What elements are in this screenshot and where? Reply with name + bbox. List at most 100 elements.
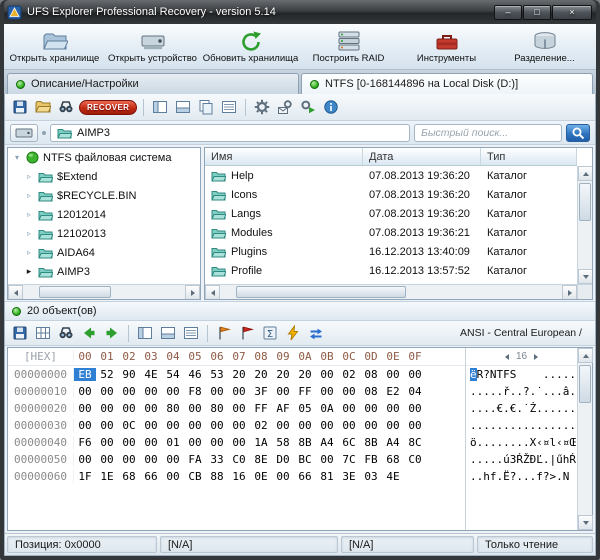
hex-byte[interactable]: 00 xyxy=(360,419,382,432)
expander-open-icon[interactable]: ▾ xyxy=(12,153,22,162)
file-row[interactable]: Help07.08.2013 19:36:20Каталог xyxy=(205,166,577,185)
file-row[interactable]: Profile16.12.2013 13:57:52Каталог xyxy=(205,261,577,280)
column-header-2[interactable]: Тип xyxy=(481,148,577,165)
hex-byte[interactable]: 05 xyxy=(294,402,316,415)
hex-byte[interactable]: 66 xyxy=(294,470,316,483)
hex-byte[interactable]: 8E xyxy=(250,453,272,466)
hex-byte[interactable]: 0A xyxy=(316,402,338,415)
tab-0[interactable]: Описание/Настройки xyxy=(7,73,299,94)
hex-byte[interactable]: 1E xyxy=(96,470,118,483)
gear-run-icon[interactable] xyxy=(298,97,318,117)
hex-byte[interactable]: 00 xyxy=(162,453,184,466)
scroll-thumb[interactable] xyxy=(39,286,111,298)
tree-item-$RECYCLE.BIN[interactable]: ▹$RECYCLE.BIN xyxy=(8,186,200,205)
flag-red-icon[interactable] xyxy=(237,323,257,343)
scroll-track[interactable] xyxy=(578,363,592,515)
ansi-char[interactable]: l xyxy=(550,436,557,449)
hex-byte[interactable]: 1F xyxy=(74,470,96,483)
hex-byte[interactable]: 00 xyxy=(338,385,360,398)
expander-closed-icon[interactable]: ▹ xyxy=(24,229,34,238)
hex-byte[interactable]: 7C xyxy=(338,453,360,466)
hex-byte[interactable]: 00 xyxy=(96,453,118,466)
list-horizontal-scrollbar[interactable] xyxy=(205,284,577,299)
hex-byte[interactable]: 00 xyxy=(272,385,294,398)
ansi-char[interactable]: . xyxy=(497,436,504,449)
hex-byte[interactable]: 00 xyxy=(96,419,118,432)
ansi-char[interactable]: Ŕ xyxy=(569,453,576,466)
hex-byte[interactable]: 02 xyxy=(338,368,360,381)
expander-closed-icon[interactable]: ▹ xyxy=(24,210,34,219)
hex-byte[interactable]: 00 xyxy=(140,436,162,449)
ansi-char[interactable]: Œ xyxy=(569,436,576,449)
list-icon[interactable] xyxy=(181,323,201,343)
ansi-char[interactable]: f xyxy=(536,470,543,483)
hex-byte[interactable]: 00 xyxy=(382,402,404,415)
hex-byte[interactable]: 0E xyxy=(250,470,272,483)
hex-byte[interactable]: A4 xyxy=(316,436,338,449)
ansi-char[interactable] xyxy=(536,368,543,381)
hex-byte[interactable]: 00 xyxy=(74,419,96,432)
ansi-char[interactable]: Ŕ xyxy=(516,453,523,466)
hex-byte[interactable]: F6 xyxy=(74,436,96,449)
ansi-char[interactable]: . xyxy=(536,402,543,415)
ansi-char[interactable]: . xyxy=(490,402,497,415)
ansi-char[interactable]: € xyxy=(510,402,517,415)
panel-left-icon[interactable] xyxy=(150,97,170,117)
ansi-char[interactable]: . xyxy=(543,402,550,415)
ansi-char[interactable]: N xyxy=(490,368,497,381)
hex-byte[interactable]: 00 xyxy=(118,436,140,449)
scroll-left-button[interactable] xyxy=(205,285,220,300)
ansi-char[interactable]: . xyxy=(470,470,477,483)
save-icon[interactable] xyxy=(10,323,30,343)
scroll-down-button[interactable] xyxy=(578,515,593,530)
hex-byte[interactable]: FA xyxy=(184,453,206,466)
tab-1[interactable]: NTFS [0-168144896 на Local Disk (D:)] xyxy=(301,73,593,94)
expander-closed-icon[interactable]: ▹ xyxy=(24,248,34,257)
ansi-char[interactable]: Ë xyxy=(503,470,510,483)
ansi-char[interactable]: > xyxy=(550,470,557,483)
hex-byte[interactable]: 00 xyxy=(162,385,184,398)
ansi-char[interactable]: . xyxy=(516,402,523,415)
ansi-char[interactable]: . xyxy=(483,402,490,415)
hex-byte[interactable]: CB xyxy=(184,470,206,483)
binoculars-icon[interactable] xyxy=(56,323,76,343)
toolbar-build-raid-button[interactable]: Построить RAID xyxy=(300,25,397,68)
ansi-char[interactable]: . xyxy=(497,419,504,432)
ansi-char[interactable]: ë xyxy=(470,368,477,381)
ansi-char[interactable]: S xyxy=(510,368,517,381)
ansi-char[interactable] xyxy=(516,368,523,381)
scroll-track[interactable] xyxy=(220,285,562,299)
hex-byte[interactable]: 00 xyxy=(316,385,338,398)
hex-byte[interactable]: 00 xyxy=(74,453,96,466)
ansi-char[interactable]: . xyxy=(563,368,570,381)
sigma-icon[interactable]: Σ xyxy=(260,323,280,343)
hex-byte[interactable]: 8C xyxy=(404,436,426,449)
ansi-char[interactable]: F xyxy=(503,368,510,381)
tree-item-12012014[interactable]: ▹12012014 xyxy=(8,205,200,224)
ansi-char[interactable]: . xyxy=(470,419,477,432)
hex-byte[interactable]: 20 xyxy=(250,368,272,381)
ansi-char[interactable]: . xyxy=(503,436,510,449)
ansi-char[interactable]: . xyxy=(556,368,563,381)
ansi-char[interactable]: . xyxy=(477,419,484,432)
hex-byte[interactable]: D0 xyxy=(272,453,294,466)
scroll-track[interactable] xyxy=(578,181,592,269)
ansi-char[interactable]: . xyxy=(516,419,523,432)
hex-byte[interactable]: 00 xyxy=(74,385,96,398)
ansi-char[interactable]: . xyxy=(483,436,490,449)
hex-byte[interactable]: 52 xyxy=(96,368,118,381)
minimize-button[interactable]: – xyxy=(494,5,522,20)
file-row[interactable]: Langs07.08.2013 19:36:20Каталог xyxy=(205,204,577,223)
ansi-char[interactable]: . xyxy=(569,385,576,398)
ansi-char[interactable]: . xyxy=(497,453,504,466)
hex-byte[interactable]: 58 xyxy=(272,436,294,449)
ansi-char[interactable]: R xyxy=(477,368,484,381)
hex-byte[interactable]: 00 xyxy=(316,453,338,466)
ansi-char[interactable]: . xyxy=(569,419,576,432)
prev-columns-icon[interactable] xyxy=(505,354,509,360)
hex-byte[interactable]: AF xyxy=(272,402,294,415)
ansi-char[interactable]: . xyxy=(477,453,484,466)
hex-byte[interactable]: 80 xyxy=(206,402,228,415)
ansi-char[interactable]: X xyxy=(530,436,537,449)
hex-byte[interactable]: 00 xyxy=(206,419,228,432)
